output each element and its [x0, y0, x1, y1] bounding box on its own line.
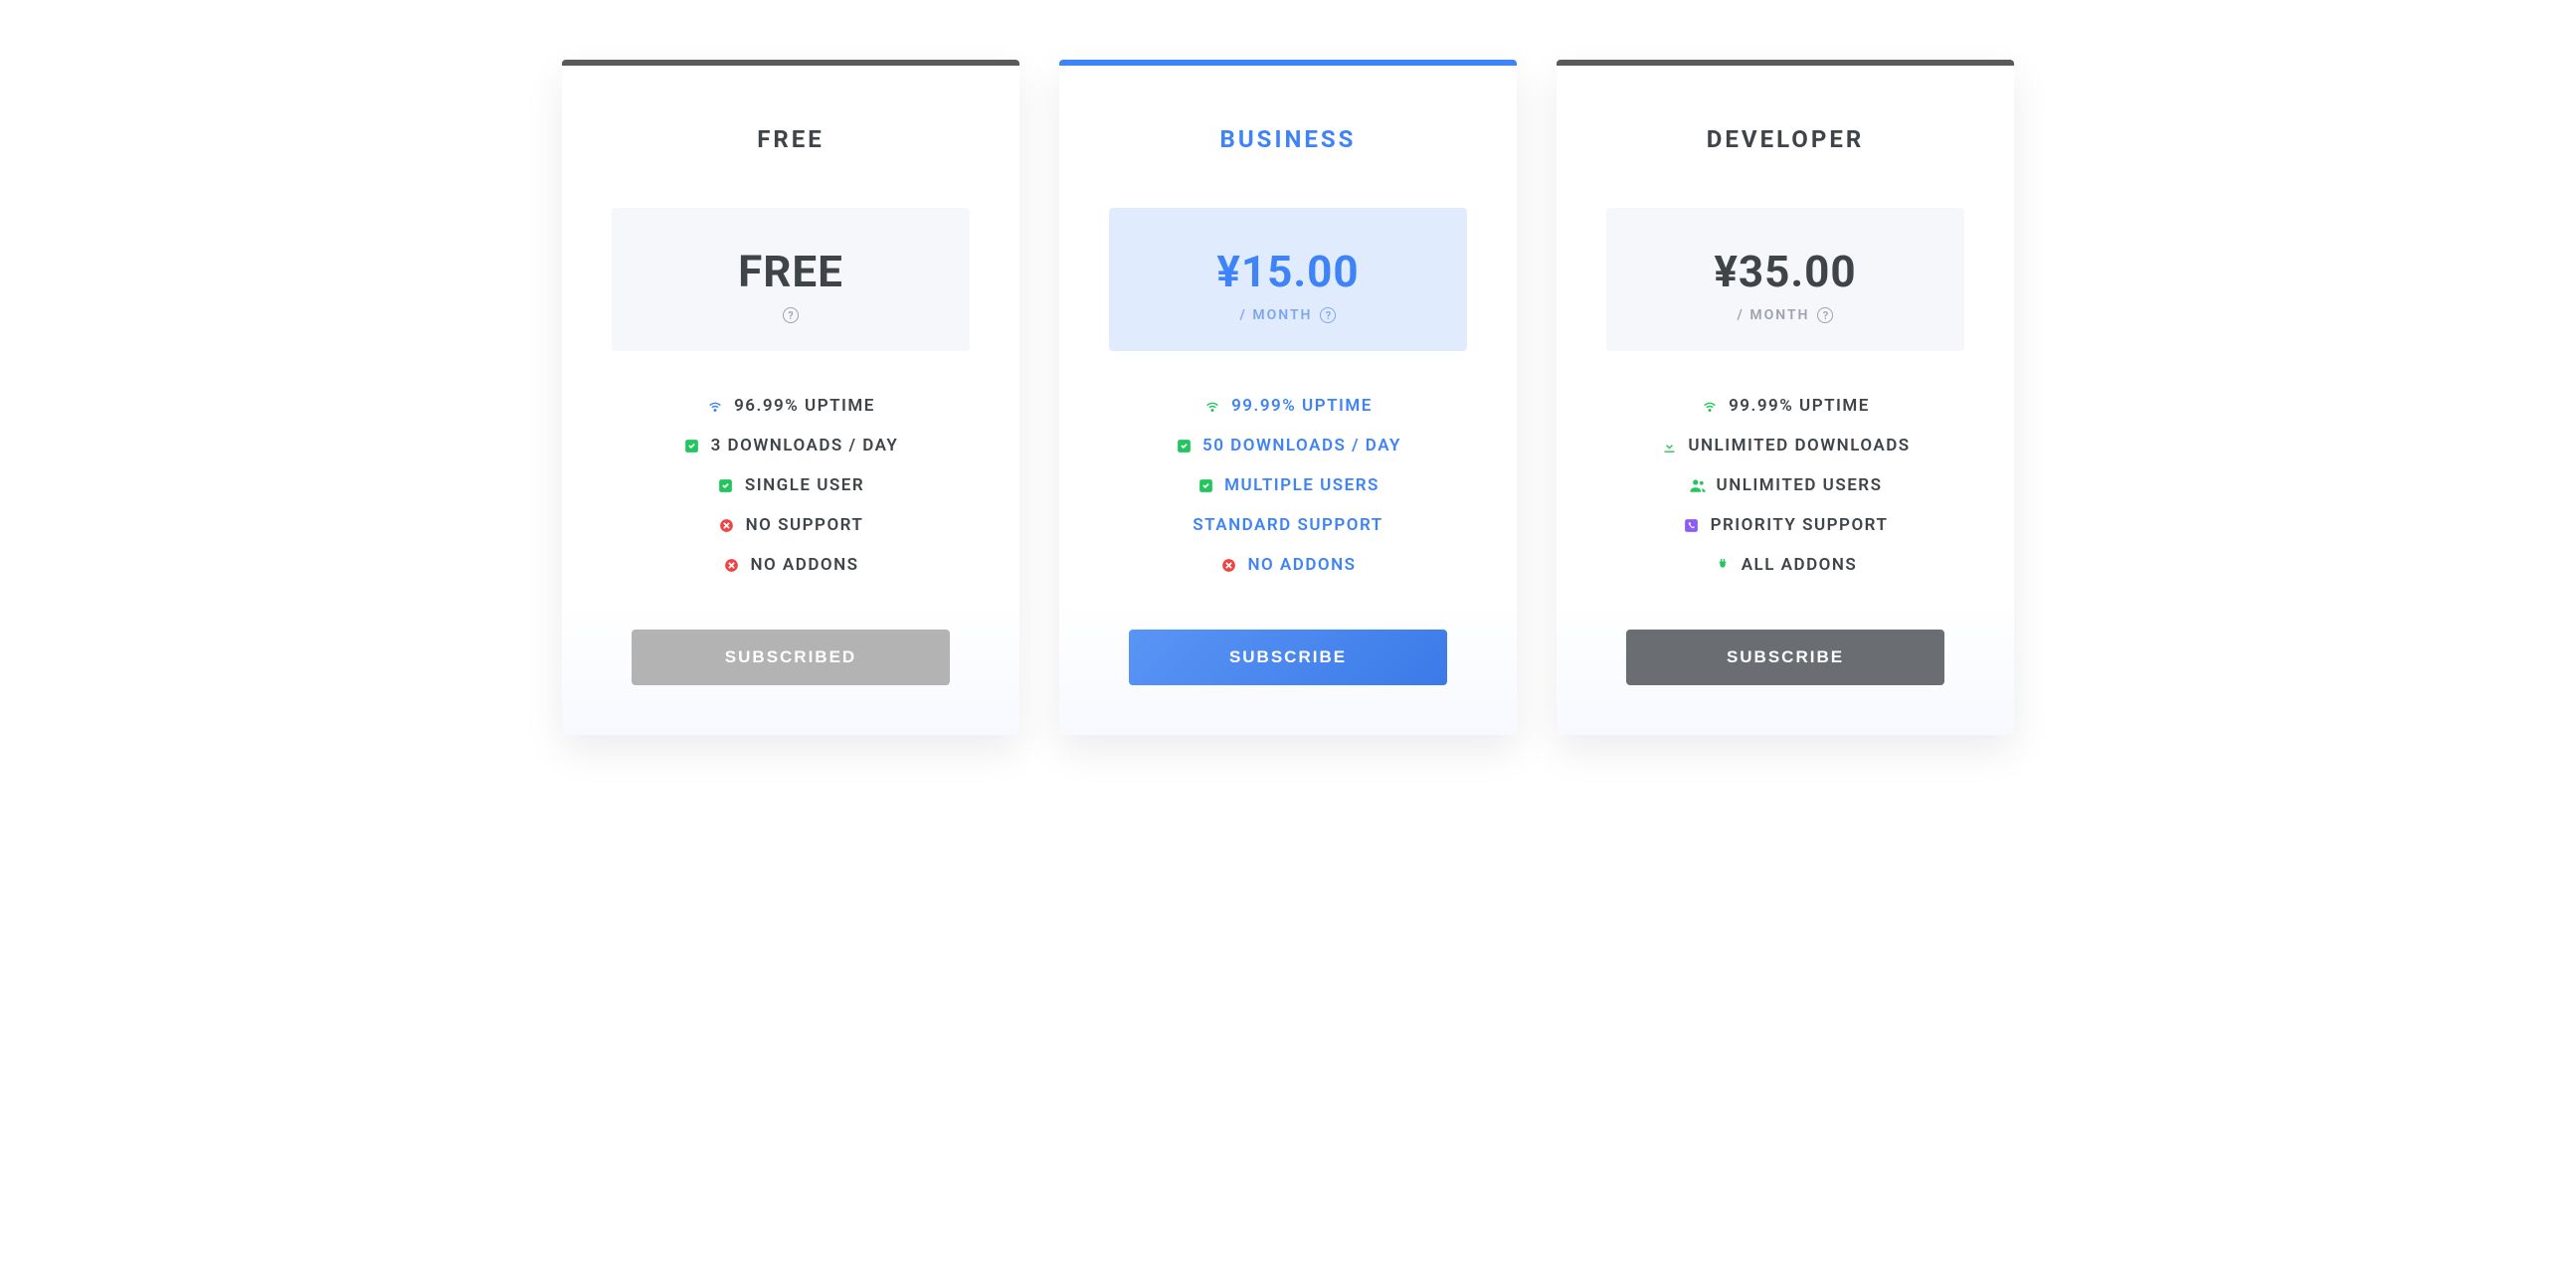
pricing-card-developer: DEVELOPER ¥35.00 / MONTH ? 99.99% UPTIME…: [1557, 60, 2014, 735]
feature-label: NO ADDONS: [750, 555, 858, 575]
x-circle-icon: [1219, 556, 1237, 574]
feature-list: 99.99% UPTIME 50 DOWNLOADS / DAY MULTIPL…: [1109, 386, 1467, 585]
plan-period: / MONTH: [1738, 307, 1810, 323]
feature-label: UNLIMITED USERS: [1717, 475, 1883, 495]
feature-list: 96.99% UPTIME 3 DOWNLOADS / DAY SINGLE U…: [612, 386, 970, 585]
plan-price: ¥35.00: [1626, 246, 1944, 297]
feature-item: 3 DOWNLOADS / DAY: [612, 426, 970, 465]
feature-label: 99.99% UPTIME: [1231, 396, 1373, 416]
subscribed-button: SUBSCRIBED: [632, 630, 950, 685]
feature-item: PRIORITY SUPPORT: [1606, 505, 1964, 545]
feature-label: UNLIMITED DOWNLOADS: [1688, 436, 1910, 455]
plan-period: / MONTH: [1240, 307, 1313, 323]
feature-list: 99.99% UPTIME UNLIMITED DOWNLOADS UNLIMI…: [1606, 386, 1964, 585]
feature-label: 96.99% UPTIME: [734, 396, 875, 416]
feature-label: PRIORITY SUPPORT: [1711, 515, 1889, 535]
feature-item: 99.99% UPTIME: [1109, 386, 1467, 426]
download-icon: [1660, 437, 1678, 454]
plan-price: ¥15.00: [1129, 246, 1447, 297]
feature-label: ALL ADDONS: [1742, 555, 1858, 575]
wifi-icon: [706, 397, 724, 415]
wifi-icon: [1701, 397, 1719, 415]
feature-label: 50 DOWNLOADS / DAY: [1202, 436, 1401, 455]
pricing-card-business: BUSINESS ¥15.00 / MONTH ? 99.99% UPTIME …: [1059, 60, 1517, 735]
plan-title: DEVELOPER: [1606, 125, 1964, 153]
check-square-icon: [1175, 437, 1193, 454]
feature-item: 99.99% UPTIME: [1606, 386, 1964, 426]
subscribe-button[interactable]: SUBSCRIBE: [1129, 630, 1447, 685]
plan-price: FREE: [632, 246, 950, 297]
price-box: FREE ?: [612, 208, 970, 351]
plan-title: BUSINESS: [1109, 125, 1467, 153]
feature-item: 96.99% UPTIME: [612, 386, 970, 426]
phone-square-icon: [1683, 516, 1701, 534]
feature-label: STANDARD SUPPORT: [1193, 515, 1383, 535]
feature-label: SINGLE USER: [745, 475, 864, 495]
feature-item: ALL ADDONS: [1606, 545, 1964, 585]
feature-item: NO ADDONS: [612, 545, 970, 585]
wifi-icon: [1203, 397, 1221, 415]
help-icon[interactable]: ?: [783, 307, 799, 323]
feature-item: UNLIMITED USERS: [1606, 465, 1964, 505]
feature-label: MULTIPLE USERS: [1224, 475, 1380, 495]
x-circle-icon: [722, 556, 740, 574]
plan-title: FREE: [612, 125, 970, 153]
feature-label: NO ADDONS: [1247, 555, 1356, 575]
feature-label: NO SUPPORT: [746, 515, 864, 535]
check-square-icon: [1196, 476, 1214, 494]
feature-item: 50 DOWNLOADS / DAY: [1109, 426, 1467, 465]
feature-item: NO SUPPORT: [612, 505, 970, 545]
feature-item: NO ADDONS: [1109, 545, 1467, 585]
feature-item: STANDARD SUPPORT: [1109, 505, 1467, 545]
feature-label: 99.99% UPTIME: [1729, 396, 1870, 416]
feature-label: 3 DOWNLOADS / DAY: [711, 436, 899, 455]
x-circle-icon: [718, 516, 736, 534]
feature-item: UNLIMITED DOWNLOADS: [1606, 426, 1964, 465]
check-square-icon: [717, 476, 735, 494]
subscribe-button[interactable]: SUBSCRIBE: [1626, 630, 1944, 685]
check-square-icon: [683, 437, 701, 454]
users-icon: [1689, 476, 1707, 494]
plug-icon: [1714, 556, 1732, 574]
help-icon[interactable]: ?: [1817, 307, 1833, 323]
pricing-card-free: FREE FREE ? 96.99% UPTIME 3 DOWNLOADS / …: [562, 60, 1019, 735]
price-box: ¥35.00 / MONTH ?: [1606, 208, 1964, 351]
price-box: ¥15.00 / MONTH ?: [1109, 208, 1467, 351]
help-icon[interactable]: ?: [1320, 307, 1336, 323]
feature-item: MULTIPLE USERS: [1109, 465, 1467, 505]
feature-item: SINGLE USER: [612, 465, 970, 505]
